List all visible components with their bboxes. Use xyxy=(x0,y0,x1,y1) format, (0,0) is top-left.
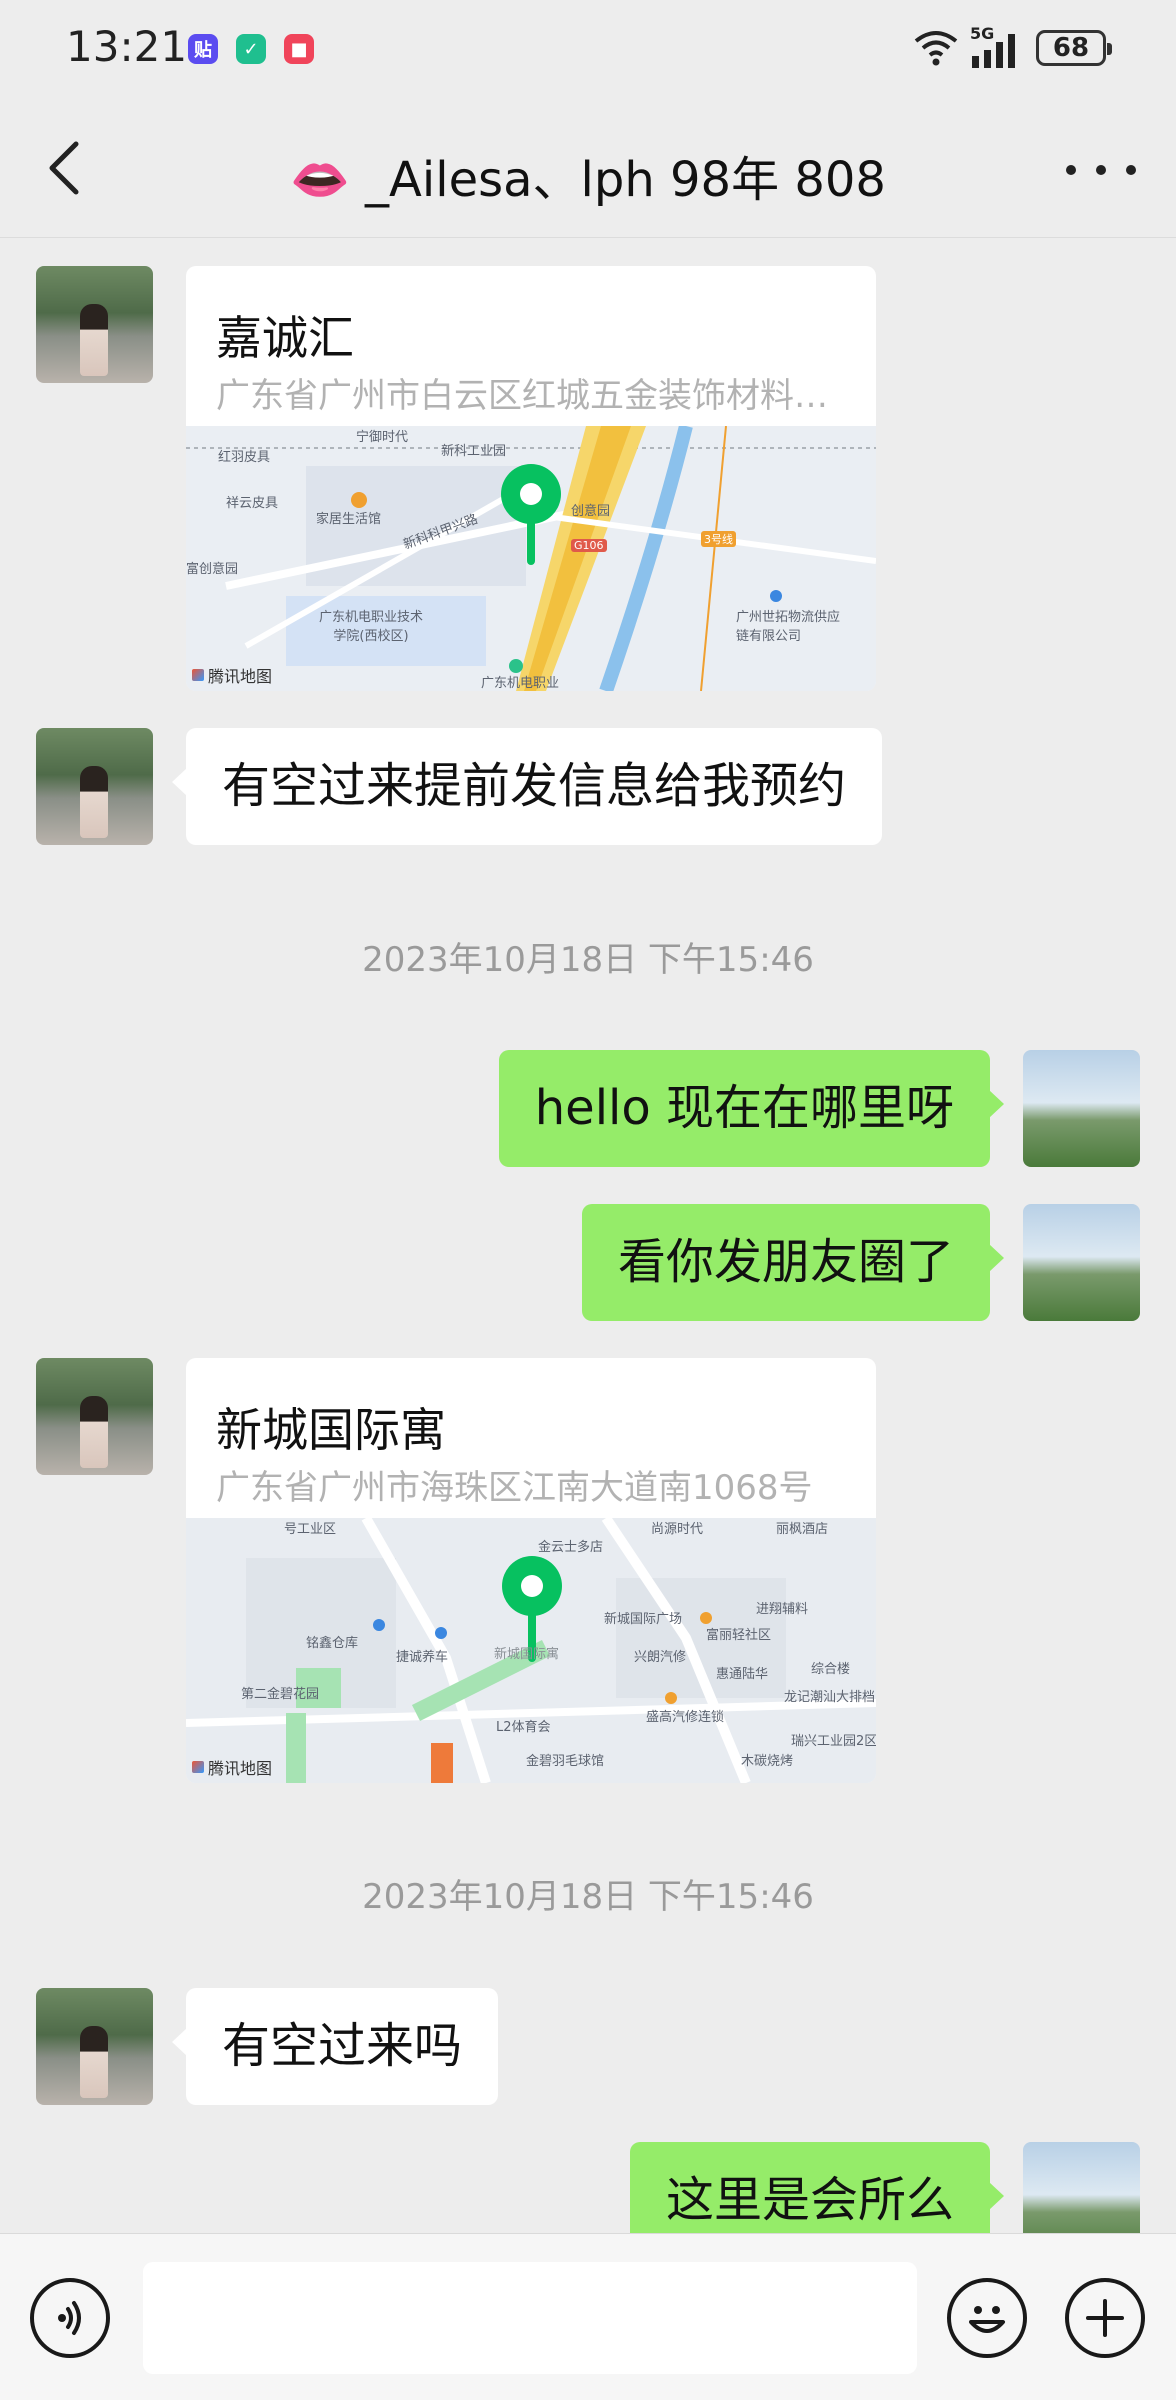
message-input[interactable] xyxy=(143,2262,917,2374)
message-text: 有空过来提前发信息给我预约 xyxy=(222,757,847,814)
dot xyxy=(1066,165,1076,175)
cellular-signal-icon: 5G xyxy=(970,24,1026,68)
map-label: 新城国际寓 xyxy=(494,1647,560,1662)
map-label: 木碳烧烤 xyxy=(741,1754,794,1769)
map-brand-text: 腾讯地图 xyxy=(208,667,273,686)
chat-timestamp: 2023年10月18日 下午15:46 xyxy=(362,940,814,980)
map-label: 瑞兴工业园2区 xyxy=(791,1734,876,1749)
map-label: 3号线 xyxy=(701,531,736,547)
map-brand: 腾讯地图 xyxy=(192,663,272,687)
map-label: 新城国际广场 xyxy=(604,1612,683,1627)
map-label: 富创意园 xyxy=(186,562,239,577)
my-avatar[interactable] xyxy=(1023,1050,1140,1167)
location-address: 广东省广州市海珠区江南大道南1068号 xyxy=(216,1468,813,1508)
map-label: 红羽皮具 xyxy=(218,450,271,465)
message-bubble-incoming[interactable]: 有空过来提前发信息给我预约 xyxy=(171,728,883,845)
map-label: L2体育会 xyxy=(496,1720,551,1735)
dot xyxy=(1096,165,1106,175)
map-label: 祥云皮具 xyxy=(226,496,279,511)
shield-app-icon: ✓ xyxy=(236,34,266,64)
more-options-button[interactable] xyxy=(1066,140,1136,200)
message-bubble-outgoing[interactable]: hello 现在在哪里呀 xyxy=(498,1050,1005,1167)
wifi-icon xyxy=(914,31,958,66)
plus-icon xyxy=(1086,2299,1124,2337)
battery-icon: 68 xyxy=(1036,30,1112,66)
map-drawing xyxy=(186,426,876,691)
map-label: 第二金碧花园 xyxy=(241,1687,320,1702)
network-type: 5G xyxy=(970,24,995,43)
map-label: 广州世拓物流供应链有限公司 xyxy=(736,610,841,644)
location-map-preview[interactable]: 宁御时代 新科工业园 红羽皮具 祥云皮具 家居生活馆 创意园 G106 新科科甲… xyxy=(186,426,876,691)
map-brand-text: 腾讯地图 xyxy=(208,1759,273,1778)
location-map-preview[interactable]: 号工业区 尚源时代 丽枫酒店 金云士多店 新城国际广场 进翔辅料 铭鑫仓库 捷诚… xyxy=(186,1518,876,1783)
chat-header: 👄 _Ailesa、lph 98年 808 xyxy=(0,100,1176,238)
contact-avatar[interactable] xyxy=(36,1358,153,1475)
map-label: 宁御时代 xyxy=(356,430,409,445)
chat-input-bar xyxy=(0,2233,1176,2400)
emoji-icon xyxy=(969,2306,1005,2333)
map-label: 尚源时代 xyxy=(651,1522,704,1537)
status-bar: 13:21 贴 ✓ ■ 5G 68 xyxy=(0,0,1176,100)
map-label: 广东机电职业 xyxy=(481,676,560,691)
map-label: 新科工业园 xyxy=(441,444,507,459)
tencent-map-logo-icon xyxy=(192,1761,204,1773)
red-app-icon: ■ xyxy=(284,34,314,64)
map-label: 丽枫酒店 xyxy=(776,1522,829,1537)
message-text: 看你发朋友圈了 xyxy=(617,1233,954,1290)
map-label: 广东机电职业技术学院(西校区) xyxy=(318,610,423,644)
message-text: 有空过来吗 xyxy=(222,2017,463,2074)
chat-title: 👄 _Ailesa、lph 98年 808 xyxy=(290,152,886,208)
location-message[interactable]: 新城国际寓 广东省广州市海珠区江南大道南1068号 号工业区 尚源时代 丽枫酒店… xyxy=(186,1358,876,1783)
map-label: 龙记潮汕大排档 xyxy=(784,1690,876,1705)
chat-timestamp: 2023年10月18日 下午15:46 xyxy=(362,1877,814,1917)
map-label: 创意园 xyxy=(571,504,611,519)
map-label: 家居生活馆 xyxy=(316,512,382,527)
map-label: 捷诚养车 xyxy=(396,1650,449,1665)
tieba-app-icon: 贴 xyxy=(188,34,218,64)
contact-avatar[interactable] xyxy=(36,266,153,383)
message-text: hello 现在在哪里呀 xyxy=(534,1079,954,1136)
map-label: 进翔辅料 xyxy=(756,1602,809,1617)
location-name: 嘉诚汇 xyxy=(216,311,354,365)
my-avatar[interactable] xyxy=(1023,1204,1140,1321)
contact-avatar[interactable] xyxy=(36,1988,153,2105)
map-label: 综合楼 xyxy=(811,1662,851,1677)
voice-input-button[interactable] xyxy=(30,2278,110,2358)
map-label: G106 xyxy=(571,539,607,552)
tencent-map-logo-icon xyxy=(192,669,204,681)
contact-avatar[interactable] xyxy=(36,728,153,845)
message-bubble-incoming[interactable]: 有空过来吗 xyxy=(171,1988,499,2105)
location-name: 新城国际寓 xyxy=(216,1403,446,1457)
more-functions-button[interactable] xyxy=(1065,2278,1145,2358)
map-label: 金碧羽毛球馆 xyxy=(526,1754,605,1769)
location-address: 广东省广州市白云区红城五金装饰材料… xyxy=(216,376,828,416)
message-bubble-outgoing[interactable]: 看你发朋友圈了 xyxy=(581,1204,1005,1321)
map-brand: 腾讯地图 xyxy=(192,1755,272,1779)
map-label: 富丽轻社区 xyxy=(706,1628,772,1643)
emoji-button[interactable] xyxy=(947,2278,1027,2358)
map-label: 金云士多店 xyxy=(538,1540,604,1555)
map-label: 兴朗汽修 xyxy=(634,1650,687,1665)
message-text: 这里是会所么 xyxy=(665,2171,954,2228)
map-label: 惠通陆华 xyxy=(716,1667,769,1682)
dot xyxy=(1126,165,1136,175)
status-right: 5G 68 xyxy=(912,24,1112,68)
map-label: 铭鑫仓库 xyxy=(306,1636,359,1651)
status-time: 13:21 xyxy=(66,22,188,71)
location-message[interactable]: 嘉诚汇 广东省广州市白云区红城五金装饰材料… 宁御时代 新科工业园 红羽皮具 祥… xyxy=(186,266,876,691)
voice-icon xyxy=(58,2301,81,2335)
map-label: 盛高汽修连锁 xyxy=(646,1710,725,1725)
map-label: 号工业区 xyxy=(284,1522,337,1537)
